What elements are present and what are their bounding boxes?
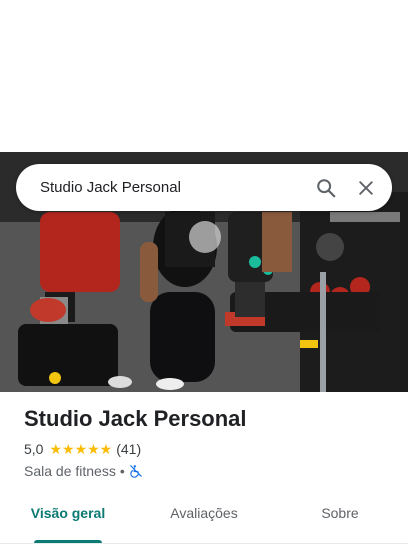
star-rating-icon: ★★★★★ (49, 440, 113, 457)
search-bar[interactable]: Studio Jack Personal (16, 164, 392, 211)
search-icon[interactable] (314, 176, 338, 200)
separator: • (119, 463, 125, 479)
place-tabs: Visão geral Avaliações Sobre (0, 494, 408, 544)
place-info: Studio Jack Personal 5,0 ★★★★★ (41) Sala… (24, 404, 394, 480)
place-category[interactable]: Sala de fitness (24, 463, 116, 479)
rating-row[interactable]: 5,0 ★★★★★ (41) (24, 440, 394, 458)
category-row: Sala de fitness • (24, 462, 394, 480)
review-count[interactable]: (41) (116, 441, 141, 457)
map-blank-area (0, 0, 408, 152)
search-input[interactable]: Studio Jack Personal (40, 179, 298, 196)
close-icon[interactable] (354, 176, 378, 200)
tab-about[interactable]: Sobre (272, 494, 408, 543)
not-wheelchair-accessible-icon (129, 464, 143, 478)
tab-overview[interactable]: Visão geral (0, 494, 136, 543)
rating-value: 5,0 (24, 441, 44, 457)
tab-reviews[interactable]: Avaliações (136, 494, 272, 543)
place-title: Studio Jack Personal (24, 406, 247, 431)
